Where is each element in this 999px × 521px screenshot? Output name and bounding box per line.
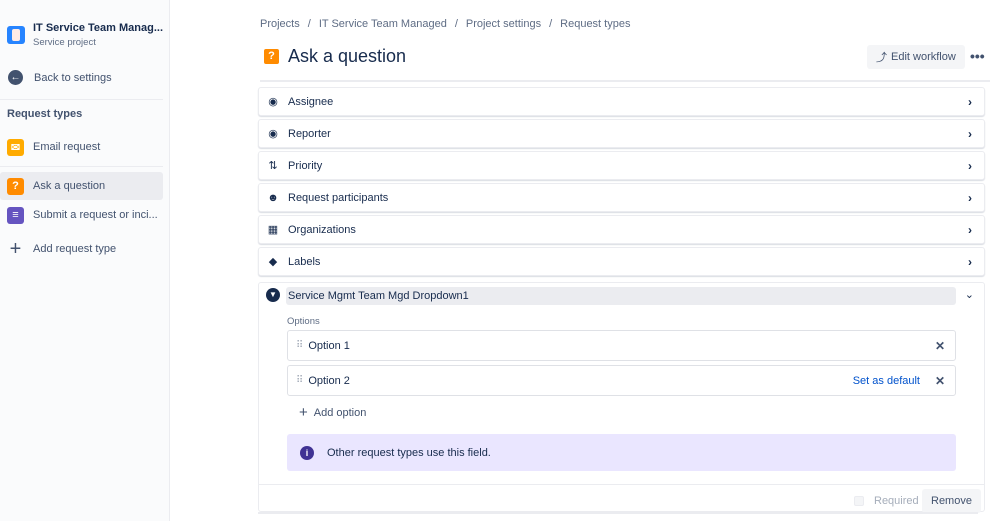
more-actions-button[interactable]: •••	[970, 48, 985, 64]
chevron-right-icon: ›	[968, 126, 972, 141]
question-icon: ?	[7, 177, 24, 195]
field-label: Reporter	[288, 127, 331, 140]
option-label: Option 2	[308, 374, 350, 387]
remove-option-icon[interactable]: ✕	[935, 374, 945, 388]
required-label: Required	[874, 495, 919, 507]
sidebar-item-ask-a-question[interactable]: ? Ask a question	[0, 172, 163, 200]
info-icon: i	[300, 445, 314, 460]
question-icon: ?	[264, 49, 279, 64]
breadcrumb-projects[interactable]: Projects	[260, 18, 300, 30]
field-row-reporter[interactable]: ◉ Reporter ›	[258, 119, 985, 148]
option-row[interactable]: ⠿ Option 2 Set as default ✕	[287, 365, 956, 396]
field-label: Labels	[288, 255, 321, 268]
back-to-settings-link[interactable]: ← Back to settings	[8, 70, 112, 85]
option-row[interactable]: ⠿ Option 1 ✕	[287, 330, 956, 361]
people-icon: ☻	[267, 191, 279, 204]
field-row-priority[interactable]: ⇅ Priority ›	[258, 151, 985, 180]
plus-icon: +	[299, 404, 308, 421]
field-label: Organizations	[288, 223, 356, 236]
expanded-field-panel: ▼ Service Mgmt Team Mgd Dropdown1 ⌄ Opti…	[258, 282, 985, 513]
required-checkbox[interactable]	[854, 496, 864, 506]
user-circle-icon: ◉	[268, 96, 278, 108]
divider	[258, 512, 978, 514]
add-option-label: Add option	[313, 406, 367, 419]
project-header[interactable]: IT Service Team Manag... Service project	[7, 20, 163, 48]
plus-icon: +	[9, 237, 22, 260]
sidebar-item-label: Email request	[33, 141, 101, 153]
field-row-labels[interactable]: ◆ Labels ›	[258, 247, 985, 276]
back-label: Back to settings	[34, 71, 112, 84]
set-as-default-link[interactable]: Set as default	[853, 375, 920, 387]
edit-workflow-button[interactable]: ⤴ Edit workflow	[867, 45, 965, 69]
field-row-assignee[interactable]: ◉ Assignee ›	[258, 87, 985, 116]
chevron-right-icon: ›	[968, 94, 972, 109]
envelope-icon: ✉	[7, 138, 24, 156]
field-label: Priority	[288, 159, 323, 172]
user-circle-icon: ◉	[268, 128, 278, 140]
add-request-type-label: Add request type	[33, 243, 117, 255]
options-label: Options	[287, 316, 320, 327]
chevron-right-icon: ›	[968, 222, 972, 237]
breadcrumb-separator: /	[549, 18, 553, 30]
chevron-right-icon: ›	[968, 190, 972, 205]
drag-handle-icon[interactable]: ⠿	[296, 375, 303, 386]
remove-option-icon[interactable]: ✕	[935, 339, 945, 353]
project-avatar-icon	[7, 26, 25, 44]
breadcrumb-project-settings[interactable]: Project settings	[466, 18, 541, 30]
field-row-request-participants[interactable]: ☻ Request participants ›	[258, 183, 985, 212]
drag-handle-icon[interactable]: ⠿	[296, 340, 303, 351]
page-title: Ask a question	[288, 46, 407, 66]
info-banner: i Other request types use this field.	[287, 434, 956, 471]
field-name-input[interactable]: Service Mgmt Team Mgd Dropdown1	[286, 287, 956, 305]
divider	[259, 484, 984, 485]
page-header: ? Ask a question	[264, 46, 406, 67]
chevron-down-circle-icon: ▼	[266, 288, 280, 302]
add-option-button[interactable]: + Add option	[299, 404, 366, 421]
project-name: IT Service Team Manag...	[33, 22, 164, 34]
sidebar-item-label: Submit a request or inci...	[33, 209, 158, 221]
document-icon: ≡	[7, 206, 24, 224]
divider	[0, 166, 163, 167]
breadcrumb-project[interactable]: IT Service Team Managed	[319, 18, 447, 30]
chevron-right-icon: ›	[968, 254, 972, 269]
sidebar-item-submit-request[interactable]: ≡ Submit a request or inci...	[0, 201, 163, 229]
breadcrumb-separator: /	[307, 18, 311, 30]
required-toggle[interactable]: Required	[854, 495, 919, 507]
section-title: Request types	[7, 108, 83, 120]
breadcrumb-separator: /	[454, 18, 458, 30]
collapse-chevron-icon[interactable]: ⌄	[965, 288, 974, 301]
info-message: Other request types use this field.	[327, 446, 491, 459]
option-label: Option 1	[308, 339, 350, 352]
breadcrumb: Projects / IT Service Team Managed / Pro…	[260, 18, 630, 30]
chevron-right-icon: ›	[968, 158, 972, 173]
field-label: Assignee	[288, 95, 334, 108]
add-request-type-button[interactable]: + Add request type	[0, 235, 163, 263]
workflow-icon: ⤴	[876, 52, 887, 64]
sidebar: IT Service Team Manag... Service project…	[0, 0, 170, 521]
arrow-left-circle-icon: ←	[8, 70, 23, 85]
field-row-organizations[interactable]: ▦ Organizations ›	[258, 215, 985, 244]
priority-arrows-icon: ⇅	[268, 160, 278, 172]
remove-field-button[interactable]: Remove	[922, 489, 981, 513]
tag-icon: ◆	[268, 256, 278, 268]
divider	[260, 80, 990, 82]
field-label: Request participants	[288, 191, 389, 204]
project-type: Service project	[33, 37, 96, 48]
breadcrumb-request-types[interactable]: Request types	[560, 18, 630, 30]
building-icon: ▦	[267, 224, 279, 236]
divider	[0, 99, 163, 100]
edit-workflow-label: Edit workflow	[891, 51, 956, 63]
sidebar-item-label: Ask a question	[33, 180, 106, 192]
expanded-field-header: ▼ Service Mgmt Team Mgd Dropdown1 ⌄	[259, 287, 984, 305]
sidebar-item-email-request[interactable]: ✉ Email request	[0, 133, 163, 161]
